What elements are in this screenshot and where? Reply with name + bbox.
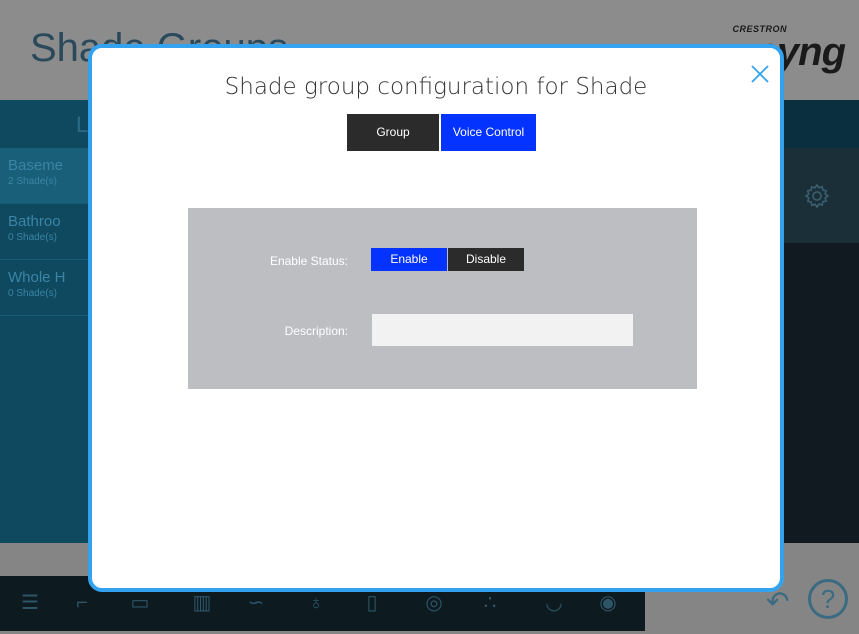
close-button[interactable] <box>748 62 772 86</box>
brand-logo-small: CRESTRON <box>732 24 787 34</box>
menu-icon[interactable]: ☰ <box>18 592 42 614</box>
voice-control-panel: Enable Status: Enable Disable Descriptio… <box>188 208 697 389</box>
room-icon[interactable]: ⌐ <box>70 592 94 614</box>
help-icon[interactable]: ? <box>808 579 848 619</box>
settings-button[interactable] <box>775 148 859 243</box>
tab-voice-control[interactable]: Voice Control <box>441 114 536 151</box>
thermostat-icon[interactable]: ◉ <box>596 592 620 614</box>
tab-group[interactable]: Group <box>347 114 439 151</box>
description-label: Description: <box>284 324 348 338</box>
door-icon[interactable]: ▯ <box>360 592 384 614</box>
tab-list-label: L <box>76 112 89 137</box>
shades-icon[interactable]: ▥ <box>190 592 214 614</box>
shade-group-config-dialog: Shade group configuration for Shade Grou… <box>88 44 784 592</box>
enable-button[interactable]: Enable <box>371 248 447 271</box>
tv-icon[interactable]: ▭ <box>128 592 152 614</box>
climate-icon[interactable]: ∽ <box>244 592 268 614</box>
enable-status-label: Enable Status: <box>269 254 348 268</box>
dialog-title: Shade group configuration for Shade <box>224 74 648 100</box>
media-icon[interactable]: ◡ <box>542 592 566 614</box>
light-icon[interactable]: ♁ <box>304 592 328 614</box>
gear-icon <box>804 183 830 209</box>
security-icon[interactable]: ◎ <box>422 592 446 614</box>
description-field[interactable] <box>372 314 633 346</box>
scenes-icon[interactable]: ∴ <box>478 592 502 614</box>
disable-button[interactable]: Disable <box>448 248 524 271</box>
close-icon <box>751 65 769 83</box>
